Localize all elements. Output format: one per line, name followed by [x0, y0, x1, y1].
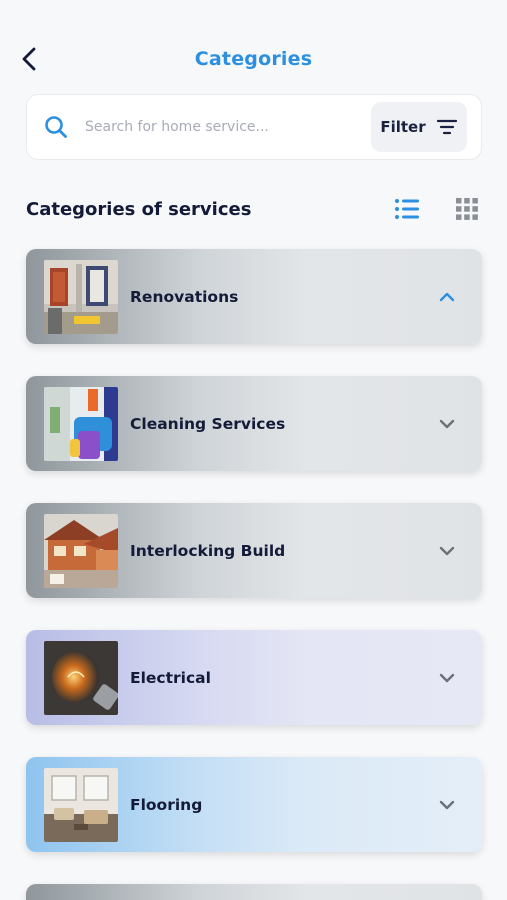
category-label: Interlocking Build [130, 541, 286, 560]
search-icon [43, 114, 69, 140]
category-card-electrical[interactable]: Electrical [26, 630, 482, 725]
category-label: Cleaning Services [130, 414, 286, 433]
chevron-down-icon[interactable] [436, 667, 458, 689]
list-view-button[interactable] [392, 194, 422, 224]
filter-icon [436, 119, 457, 135]
category-card-interlocking-build[interactable]: Interlocking Build [26, 503, 482, 598]
category-card-cleaning-services[interactable]: Cleaning Services [26, 376, 482, 471]
page-title: Categories [194, 48, 313, 70]
category-label: Electrical [130, 668, 211, 687]
chevron-down-icon[interactable] [436, 794, 458, 816]
filter-button[interactable]: Filter [371, 102, 467, 152]
category-card-partial[interactable] [26, 884, 482, 900]
chevron-down-icon[interactable] [436, 413, 458, 435]
section-header: Categories of services [26, 192, 482, 226]
back-button[interactable] [14, 44, 44, 74]
chevron-left-icon [22, 47, 36, 71]
cleaning-services-thumbnail [44, 386, 118, 461]
renovations-thumbnail [44, 259, 118, 334]
search-bar: Filter [26, 94, 482, 160]
filter-label: Filter [380, 118, 426, 136]
chevron-down-icon[interactable] [436, 540, 458, 562]
category-label: Renovations [130, 287, 239, 306]
grid-view-icon [456, 198, 478, 220]
flooring-thumbnail [44, 767, 118, 842]
electrical-thumbnail [44, 640, 118, 715]
header: Categories [0, 36, 507, 82]
chevron-up-icon[interactable] [436, 286, 458, 308]
list-view-icon [395, 199, 419, 219]
interlocking-build-thumbnail [44, 513, 118, 588]
section-title: Categories of services [26, 198, 252, 220]
category-list: Renovations Cleaning Services Interlocki… [26, 249, 482, 900]
category-card-renovations[interactable]: Renovations [26, 249, 482, 344]
grid-view-button[interactable] [452, 194, 482, 224]
category-card-flooring[interactable]: Flooring [26, 757, 482, 852]
category-label: Flooring [130, 795, 203, 814]
search-input[interactable] [85, 119, 371, 135]
status-bar [0, 0, 507, 30]
